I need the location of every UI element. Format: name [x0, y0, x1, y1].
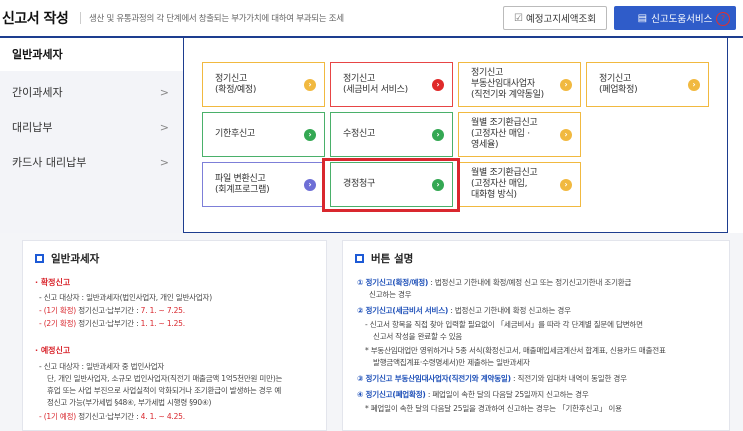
desc-head: ② 정기신고(세금비서 서비스): [357, 306, 449, 315]
prelim-return-heading: · 예정신고: [35, 346, 71, 355]
card-label: 정기신고 (폐업확정): [599, 73, 638, 95]
info-line: - 신고 대상자 : 일반과세자(법인사업자, 개인 일반사업자): [39, 293, 212, 302]
chevron-right-icon: >: [159, 121, 169, 134]
card-regular-return-confirm[interactable]: 정기신고 (확정/예정) ›: [202, 62, 325, 107]
taxpayer-type-nav: 일반과세자 간이과세자 > 대리납부 > 카드사 대리납부 >: [0, 38, 184, 233]
desc-line: * 폐업일이 속한 달의 다음달 25일을 경과하여 신고하는 경우는 「기한후…: [365, 404, 622, 413]
button-description-panel: 버튼 설명 ① 정기신고(확정/예정) : 법정신고 기한내에 확정/예정 신고…: [342, 240, 730, 431]
period-label: - (1기 확정): [39, 306, 76, 315]
period-date: 4. 1. ~ 4.25.: [140, 412, 185, 421]
desc-line: ③ 정기신고 부동산임대사업자(직전기와 계약동일) : 직전기와 임대차 내역…: [357, 373, 627, 384]
info-line: 정신고 가능(부가세법 §48④, 부가세법 시행령 §90④): [47, 398, 212, 407]
info-line: - 신고 대상자 : 일반과세자 중 법인사업자: [39, 362, 165, 371]
document-check-icon: ☑: [514, 12, 524, 24]
period-label: - (2기 확정): [39, 319, 76, 328]
nav-item-proxy-payment[interactable]: 대리납부 >: [0, 111, 183, 144]
lookup-button-label: 예정고지세액조회: [526, 14, 596, 25]
card-monthly-early-refund[interactable]: 월별 조기환급신고 (고정자산 매입 · 영세율) ›: [458, 112, 581, 157]
chevron-right-icon: >: [159, 156, 169, 169]
nav-item-label: 카드사 대리납부: [12, 156, 87, 169]
card-label: 수정신고: [343, 129, 375, 139]
card-label: 파일 변환신고 (회계프로그램): [215, 173, 270, 195]
desc-text: : 폐업일이 속한 달의 다음달 25일까지 신고하는 경우: [427, 390, 589, 399]
card-label: 정기신고 부동산임대사업자 (직전기와 계약동일): [471, 68, 544, 100]
desc-text: : 직전기와 임대차 내역이 동일한 경우: [513, 374, 627, 383]
desc-line: ② 정기신고(세금비서 서비스) : 법정신고 기한내에 확정 신고하는 경우: [357, 305, 571, 316]
info-line: 단, 개인 일반사업자, 소규모 법인사업자(직전기 매출금액 1억5천만원 미…: [47, 374, 283, 383]
chevron-right-icon: ›: [688, 79, 700, 91]
page-description: 생산 및 유통과정의 각 단계에서 창출되는 부가가치에 대하여 부과되는 조세: [89, 14, 344, 24]
info-heading: 버튼 설명: [355, 251, 413, 266]
card-file-conversion-return[interactable]: 파일 변환신고 (회계프로그램) ›: [202, 162, 325, 207]
card-label: 월별 조기환급신고 (고정자산 매입, 대화형 방식): [471, 168, 538, 200]
card-regular-return-tax-secretary[interactable]: 정기신고 (세금비서 서비스) ›: [330, 62, 453, 107]
page-title: 신고서 작성: [2, 11, 69, 27]
nav-item-simplified-taxpayer[interactable]: 간이과세자 >: [0, 76, 183, 109]
chevron-right-icon: ›: [560, 129, 572, 141]
desc-line: 신고서 작성을 완료할 수 있음: [373, 332, 463, 341]
desc-head: ④ 정기신고(폐업확정): [357, 390, 426, 399]
card-label: 기한후신고: [215, 129, 255, 139]
nav-item-label: 간이과세자: [12, 86, 63, 99]
period-text: 정기신고·납부기간 :: [78, 412, 139, 421]
period-date: 1. 1. ~ 1.25.: [140, 319, 185, 328]
card-label: 정기신고 (확정/예정): [215, 73, 257, 95]
period-text: 정기신고·납부기간 :: [78, 306, 139, 315]
refund-claim-highlight: [322, 158, 460, 212]
period-label: - (1기 예정): [39, 412, 76, 421]
card-label: 월별 조기환급신고 (고정자산 매입 · 영세율): [471, 118, 538, 150]
desc-line: 발행금액집계표·수령명세서)만 제출하는 일반과세자: [373, 358, 530, 367]
card-regular-return-closure[interactable]: 정기신고 (폐업확정) ›: [586, 62, 709, 107]
info-heading-text: 일반과세자: [51, 253, 100, 265]
desc-head: ① 정기신고(확정/예정): [357, 278, 429, 287]
info-heading: 일반과세자: [35, 251, 99, 266]
nav-item-card-proxy-payment[interactable]: 카드사 대리납부 >: [0, 146, 183, 179]
prepaid-tax-lookup-button[interactable]: ☑ 예정고지세액조회: [503, 6, 607, 30]
desc-line: ① 정기신고(확정/예정) : 법정신고 기한내에 확정/예정 신고 또는 정기…: [357, 277, 631, 288]
desc-text: : 법정신고 기한내에 확정 신고하는 경우: [450, 306, 571, 315]
desc-line: * 부동산임대업만 영위하거나 5종 서식(확정신고서, 매출매입세금계산서 합…: [365, 346, 666, 355]
chevron-right-icon: ›: [304, 129, 316, 141]
card-amended-return[interactable]: 수정신고 ›: [330, 112, 453, 157]
square-bullet-icon: [35, 254, 44, 263]
nav-item-label: 대리납부: [12, 121, 53, 134]
chevron-right-icon: ›: [432, 129, 444, 141]
title-divider: [80, 12, 81, 24]
card-late-return[interactable]: 기한후신고 ›: [202, 112, 325, 157]
card-label: 정기신고 (세금비서 서비스): [343, 73, 408, 95]
info-line: 휴업 또는 사업 부진으로 사업실적이 악화되거나 조기환급이 발생하는 경우 …: [47, 386, 282, 395]
card-monthly-early-refund-interactive[interactable]: 월별 조기환급신고 (고정자산 매입, 대화형 방식) ›: [458, 162, 581, 207]
book-icon: ▤: [637, 12, 648, 24]
desc-line: - 신고서 항목을 직접 찾아 입력할 필요없이 「세금비서」를 따라 각 단계…: [365, 320, 643, 329]
chevron-right-icon: ›: [560, 79, 572, 91]
period-date: 7. 1. ~ 7.25.: [140, 306, 185, 315]
nav-item-label: 일반과세자: [12, 48, 63, 61]
desc-line: ④ 정기신고(폐업확정) : 폐업일이 속한 달의 다음달 25일까지 신고하는…: [357, 389, 589, 400]
help-icon[interactable]: ?: [716, 12, 730, 26]
card-regular-return-real-estate[interactable]: 정기신고 부동산임대사업자 (직전기와 계약동일) ›: [458, 62, 581, 107]
guide-button-label: 신고도움서비스: [651, 14, 713, 25]
desc-line: 신고하는 경우: [369, 290, 412, 299]
desc-head: ③ 정기신고 부동산임대사업자(직전기와 계약동일): [357, 374, 511, 383]
info-heading-text: 버튼 설명: [371, 253, 414, 265]
info-line: - (1기 확정) 정기신고·납부기간 : 7. 1. ~ 7.25.: [39, 305, 185, 316]
info-line: - (1기 예정) 정기신고·납부기간 : 4. 1. ~ 4.25.: [39, 411, 185, 422]
period-text: 정기신고·납부기간 :: [78, 319, 139, 328]
confirm-return-heading: · 확정신고: [35, 278, 71, 287]
chevron-right-icon: ›: [560, 179, 572, 191]
chevron-right-icon: ›: [304, 179, 316, 191]
chevron-right-icon: ›: [304, 79, 316, 91]
general-taxpayer-info-panel: 일반과세자 · 확정신고 - 신고 대상자 : 일반과세자(법인사업자, 개인 …: [22, 240, 327, 431]
desc-text: : 법정신고 기한내에 확정/예정 신고 또는 정기신고기한내 조기환급: [430, 278, 632, 287]
info-line: - (2기 확정) 정기신고·납부기간 : 1. 1. ~ 1.25.: [39, 318, 185, 329]
square-bullet-icon: [355, 254, 364, 263]
chevron-right-icon: ›: [432, 79, 444, 91]
nav-item-general-taxpayer[interactable]: 일반과세자: [0, 38, 183, 71]
chevron-right-icon: >: [159, 86, 169, 99]
